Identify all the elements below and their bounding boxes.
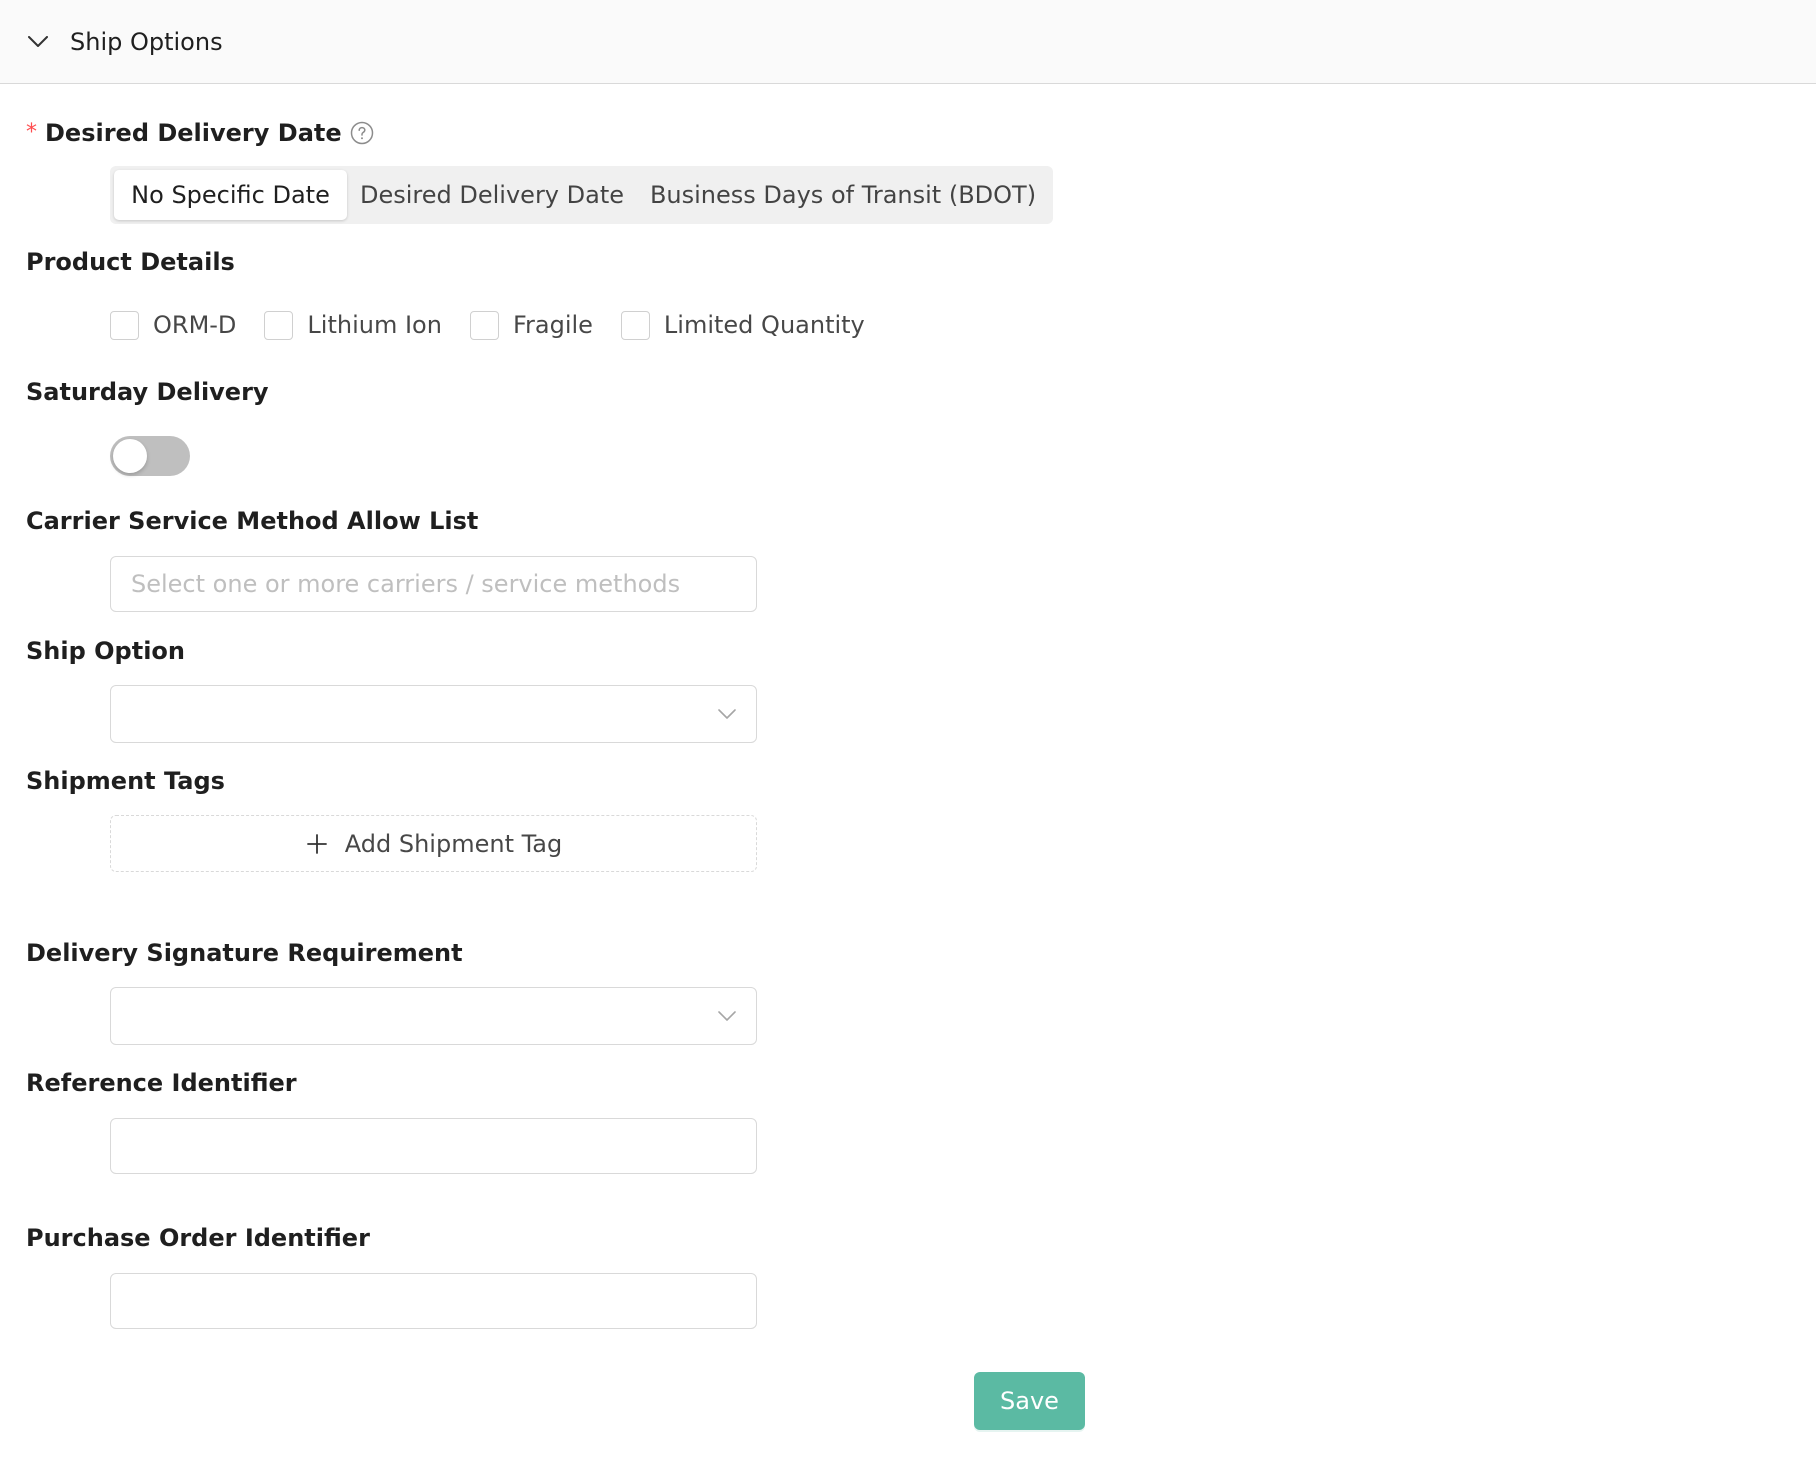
saturday-delivery-label: Saturday Delivery [26, 378, 269, 406]
purchase-order-identifier-input[interactable] [110, 1273, 757, 1329]
chevron-down-icon[interactable] [26, 30, 50, 54]
checkbox-orm-d[interactable]: ORM-D [110, 310, 237, 340]
carrier-allow-list-label: Carrier Service Method Allow List [26, 507, 479, 535]
delivery-signature-select[interactable] [110, 987, 757, 1045]
delivery-date-segmented-control: No Specific Date Desired Delivery Date B… [110, 166, 1053, 224]
checkbox-label: ORM-D [153, 311, 237, 339]
checkbox-lithium-ion[interactable]: Lithium Ion [264, 310, 442, 340]
ship-option-label: Ship Option [26, 637, 185, 665]
delivery-signature-label: Delivery Signature Requirement [26, 939, 463, 967]
checkbox-box[interactable] [620, 310, 650, 340]
checkbox-fragile[interactable]: Fragile [469, 310, 593, 340]
chevron-down-icon [716, 703, 738, 725]
segment-bdot[interactable]: Business Days of Transit (BDOT) [637, 170, 1049, 220]
ship-options-panel: Ship Options * Desired Delivery Date No … [0, 0, 1816, 1458]
required-asterisk: * [26, 120, 37, 145]
carrier-allow-list-input[interactable] [110, 556, 757, 612]
shipment-tags-label: Shipment Tags [26, 767, 225, 795]
checkbox-limited-quantity[interactable]: Limited Quantity [620, 310, 865, 340]
chevron-down-icon [716, 1005, 738, 1027]
checkbox-box[interactable] [264, 310, 294, 340]
add-shipment-tag-button[interactable]: Add Shipment Tag [110, 815, 757, 872]
reference-identifier-input[interactable] [110, 1118, 757, 1174]
checkbox-label: Limited Quantity [663, 311, 865, 339]
product-details-label: Product Details [26, 248, 235, 276]
segment-no-specific-date[interactable]: No Specific Date [114, 170, 347, 220]
segment-desired-delivery-date[interactable]: Desired Delivery Date [347, 170, 637, 220]
purchase-order-identifier-label: Purchase Order Identifier [26, 1224, 370, 1252]
saturday-delivery-toggle[interactable] [110, 436, 190, 476]
checkbox-box[interactable] [110, 310, 139, 340]
toggle-knob [113, 439, 147, 473]
checkbox-label: Lithium Ion [307, 311, 442, 339]
checkbox-label: Fragile [512, 311, 593, 339]
product-details-checkbox-group: ORM-D Lithium Ion Fragile Limited Quanti… [110, 308, 893, 342]
plus-icon [305, 832, 329, 856]
add-shipment-tag-label: Add Shipment Tag [344, 829, 563, 858]
ship-option-select[interactable] [110, 685, 757, 743]
checkbox-box[interactable] [469, 310, 499, 340]
reference-identifier-label: Reference Identifier [26, 1069, 297, 1097]
panel-title: Ship Options [70, 27, 223, 56]
ship-options-header[interactable]: Ship Options [0, 0, 1816, 84]
desired-delivery-date-label-text: Desired Delivery Date [45, 119, 342, 147]
desired-delivery-date-label: * Desired Delivery Date [26, 116, 374, 150]
save-button[interactable]: Save [974, 1372, 1085, 1430]
question-circle-icon[interactable] [350, 121, 374, 145]
